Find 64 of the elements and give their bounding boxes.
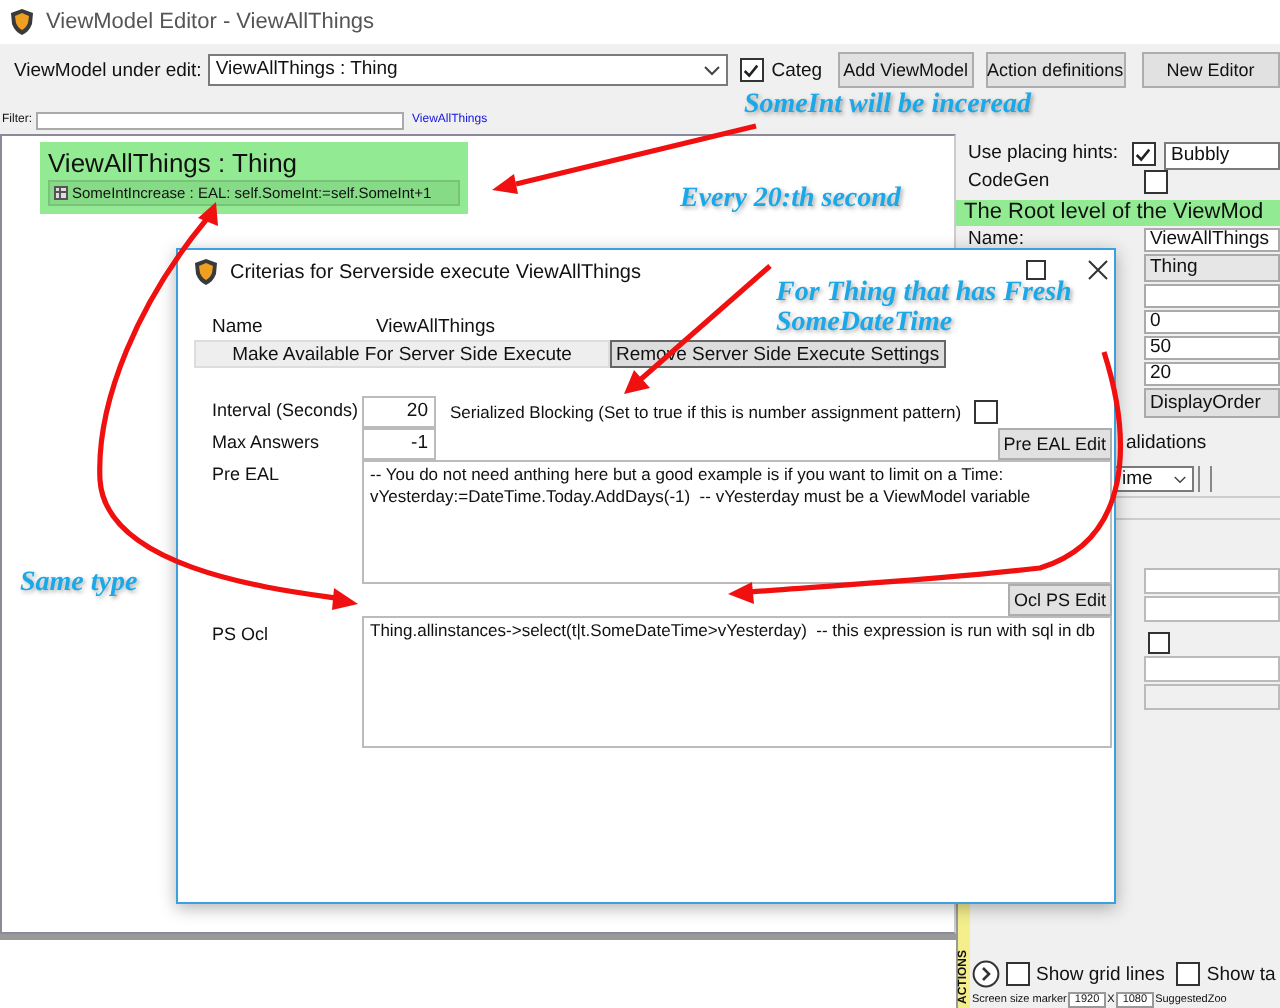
text-field[interactable]: 50	[1144, 336, 1280, 360]
text-field[interactable]	[1144, 284, 1280, 308]
section-header: The Root level of the ViewMod	[956, 200, 1280, 226]
field-label: Use placing hints:	[966, 142, 1120, 164]
window-title: ViewModel Editor - ViewAllThings	[46, 10, 375, 34]
annotation-text: For Thing that has Fresh SomeDateTime	[776, 278, 1072, 338]
caret-icon[interactable]	[704, 65, 721, 75]
name-label: Name	[212, 316, 265, 338]
toolbar-button[interactable]: Action definitions	[985, 52, 1126, 88]
max-answers-field[interactable]: -1	[362, 428, 436, 460]
viewmodel-label: ViewModel under edit:	[14, 59, 202, 81]
style-dropdown[interactable]: Bubbly	[1163, 142, 1280, 170]
text-field[interactable]	[1144, 568, 1280, 594]
dropdown[interactable]: ime	[1114, 466, 1194, 492]
edit-button[interactable]: Ocl PS Edit	[1007, 584, 1112, 616]
checkbox-label: Show grid lines	[1036, 963, 1165, 985]
field-label: PS Ocl	[212, 622, 271, 648]
shield-icon	[10, 8, 34, 36]
field-label: Interval (Seconds)	[212, 398, 361, 424]
checkbox[interactable]	[740, 58, 764, 82]
edit-button[interactable]: Pre EAL Edit	[997, 428, 1112, 460]
toolbar-button[interactable]: New Editor	[1141, 52, 1280, 88]
checkbox[interactable]	[973, 399, 998, 423]
checkbox[interactable]	[1006, 962, 1030, 986]
field-label: Pre EAL	[212, 462, 282, 488]
text-area[interactable]: -- You do not need anthing here but a good example is if you want to limit on a Time: vYesterday:=DateTime.Today.AddDays(-1) -- vYesterday must be a ViewModel variable	[362, 460, 1112, 584]
checkbox-label: Serialized Blocking (Set to true if this is number assignment pattern)	[450, 401, 962, 421]
filter-field[interactable]	[36, 111, 404, 129]
annotation-text: Every 20:th second	[680, 184, 901, 214]
card-title: ViewAllThings : Thing	[48, 148, 300, 178]
text-field[interactable]: ViewAllThings	[1144, 228, 1280, 252]
close-icon[interactable]	[1088, 260, 1108, 280]
checkbox[interactable]	[1176, 962, 1201, 986]
checkbox[interactable]	[1132, 142, 1156, 166]
interval-field[interactable]: 20	[362, 396, 436, 428]
maximize-icon[interactable]	[1026, 260, 1046, 280]
annotation-text: SomeInt will be inceread	[744, 90, 1031, 120]
field-label: Max Answers	[212, 430, 322, 456]
checkbox[interactable]	[1148, 632, 1170, 654]
text-field[interactable]: 0	[1144, 310, 1280, 334]
viewmodel-dropdown[interactable]: ViewAllThings : Thing	[207, 54, 729, 86]
order-button[interactable]: DisplayOrder	[1144, 388, 1280, 418]
dialog-title: Criterias for Serverside execute ViewAllThings	[230, 261, 641, 283]
field-label: Name:	[966, 228, 1026, 250]
splitter-handle[interactable]	[1198, 466, 1212, 492]
text-area[interactable]: Thing.allinstances->select(t|t.SomeDateTime>vYesterday) -- this expression is run with sql in db	[362, 616, 1112, 748]
checkbox[interactable]	[1144, 170, 1168, 194]
dropdown[interactable]: Thing	[1144, 254, 1280, 282]
dialog-button[interactable]: Make Available For Server Side Execute	[194, 340, 610, 368]
grid-icon	[54, 186, 68, 200]
text-field[interactable]	[1144, 684, 1280, 710]
field-label: CodeGen	[966, 170, 1052, 192]
caret-icon[interactable]	[1174, 475, 1186, 483]
annotation-text: Same type	[20, 568, 138, 598]
text-field[interactable]	[1144, 596, 1280, 622]
categ-label: Categ	[771, 59, 823, 81]
shield-icon	[194, 258, 218, 286]
checkbox-label: Show ta	[1206, 963, 1276, 985]
name-value: ViewAllThings	[376, 316, 495, 338]
toolbar-button[interactable]: Add ViewModel	[838, 52, 974, 88]
validations-label: alidations	[1126, 432, 1209, 454]
text-field[interactable]: 20	[1144, 362, 1280, 386]
text-field[interactable]	[1144, 656, 1280, 682]
expand-icon[interactable]	[972, 960, 1000, 988]
